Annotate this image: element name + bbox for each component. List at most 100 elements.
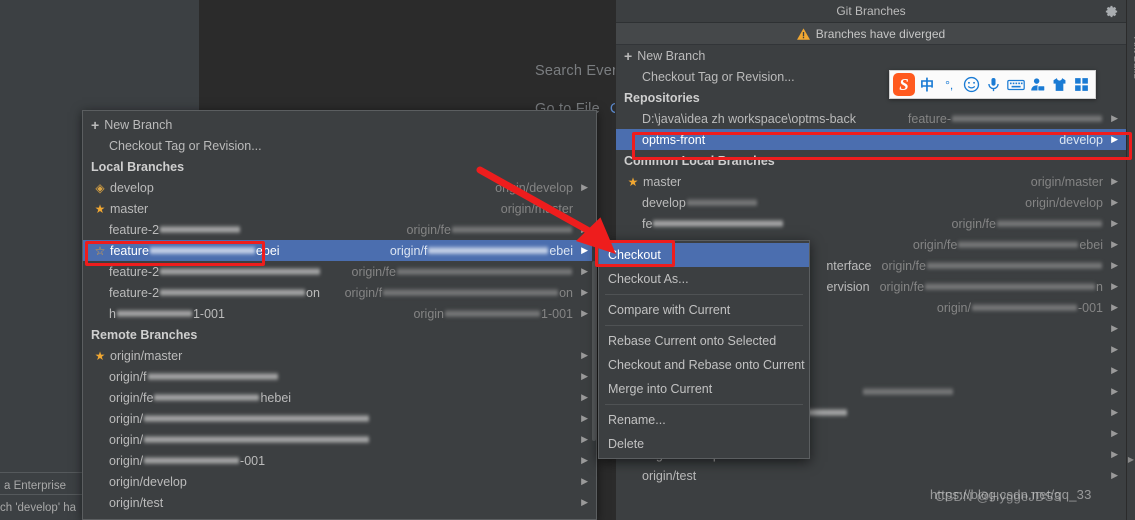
git-branch-row-master[interactable]: ★ master origin/master ▶: [616, 171, 1126, 192]
redacted-text: [117, 309, 192, 318]
branch-tracking: origin/fe: [407, 223, 451, 237]
popup-branch-row-7[interactable]: h 1-001 origin 1-001 ▶: [83, 303, 596, 324]
branch-tracking: origin/fe: [352, 265, 396, 279]
git-branch-row-develop[interactable]: develop origin/develop ▶: [616, 192, 1126, 213]
branch-name: origin/test: [642, 469, 696, 483]
popup-new-branch-item[interactable]: + New Branch: [83, 114, 596, 135]
chevron-right-icon: ▶: [1110, 239, 1118, 250]
popup-remote-row-test[interactable]: origin/test ▶: [83, 492, 596, 513]
sogou-logo-icon[interactable]: S: [893, 73, 915, 96]
redacted-text: [160, 225, 240, 234]
popup-branch-row-master[interactable]: ★ master origin/master: [83, 198, 596, 219]
popup-remote-row-6[interactable]: origin/ -001 ▶: [83, 450, 596, 471]
branch-name: h: [109, 307, 116, 321]
popup-checkout-tag-item[interactable]: Checkout Tag or Revision...: [83, 135, 596, 156]
popup-scrollbar-thumb[interactable]: [592, 261, 596, 441]
emoji-icon[interactable]: [961, 74, 981, 96]
soft-keyboard-icon[interactable]: [1005, 74, 1025, 96]
menu-item-checkout[interactable]: Checkout: [599, 243, 809, 267]
redacted-text: [972, 303, 1077, 312]
chevron-right-icon: ▶: [580, 392, 588, 403]
popup-branch-row-3[interactable]: feature-2 origin/fe ▶: [83, 219, 596, 240]
redacted-text: [925, 282, 1095, 291]
git-branch-row-3[interactable]: fe origin/fe ▶: [616, 213, 1126, 234]
popup-branch-row-5[interactable]: feature-2 origin/fe ▶: [83, 261, 596, 282]
punctuation-mode-icon[interactable]: °,: [939, 74, 959, 96]
git-checkout-tag-label: Checkout Tag or Revision...: [642, 70, 795, 84]
popup-remote-row-2[interactable]: origin/f ▶: [83, 366, 596, 387]
user-account-icon[interactable]: [1028, 74, 1048, 96]
branch-name-suffix: on: [306, 286, 320, 300]
redacted-text: [150, 246, 255, 255]
popup-remote-row-4[interactable]: origin/ ▶: [83, 408, 596, 429]
popup-local-branches-header: Local Branches: [83, 156, 596, 177]
menu-item-checkout-as[interactable]: Checkout As...: [599, 267, 809, 291]
toolbox-icon[interactable]: [1072, 74, 1092, 96]
skin-icon[interactable]: [1050, 74, 1070, 96]
chevron-right-icon[interactable]: ▶: [1128, 455, 1134, 464]
popup-remote-row-3[interactable]: origin/fe hebei ▶: [83, 387, 596, 408]
popup-remote-row-5[interactable]: origin/ ▶: [83, 429, 596, 450]
chevron-right-icon: ▶: [580, 497, 588, 508]
branch-tracking-suffix: -001: [1078, 301, 1103, 315]
branch-tracking: origin/master: [501, 202, 573, 216]
branch-tracking: origin/master: [1031, 175, 1103, 189]
chevron-right-icon: ▶: [1110, 260, 1118, 271]
chinese-mode-icon[interactable]: 中: [917, 74, 937, 96]
chevron-right-icon: ▶: [580, 371, 588, 382]
branch-name: origin/: [109, 433, 143, 447]
chevron-right-icon: ▶: [1110, 407, 1118, 418]
branch-name-suffix: hebei: [260, 391, 291, 405]
branch-name: origin/: [109, 412, 143, 426]
redacted-text: [144, 435, 369, 444]
right-tool-tab-strip: Ant Build ▶: [1126, 0, 1135, 520]
git-repository-row-optms-back[interactable]: D:\java\idea zh workspace\optms-back fea…: [616, 108, 1126, 129]
git-branches-header: Git Branches: [616, 0, 1126, 23]
plus-icon: +: [624, 48, 632, 64]
redacted-text: [927, 261, 1102, 270]
menu-item-compare-with-current[interactable]: Compare with Current: [599, 298, 809, 322]
git-remote-row-test[interactable]: origin/test ▶: [616, 465, 1126, 486]
popup-scrollbar[interactable]: [592, 111, 596, 520]
chevron-right-icon: ▶: [580, 266, 588, 277]
tab-ant-build[interactable]: Ant Build: [1131, 37, 1135, 79]
menu-item-label: Rename...: [608, 413, 666, 427]
popup-remote-row-develop[interactable]: origin/develop ▶: [83, 471, 596, 492]
popup-remote-row-master[interactable]: ★ origin/master ▶: [83, 345, 596, 366]
branch-name: origin/test: [109, 496, 163, 510]
branch-name: origin/f: [109, 370, 147, 384]
branch-tracking-suffix: ebei: [1079, 238, 1103, 252]
branch-name: master: [110, 202, 148, 216]
menu-item-label: Merge into Current: [608, 382, 712, 396]
chevron-right-icon: ▶: [1110, 176, 1118, 187]
popup-branch-row-6[interactable]: feature-2 on origin/f on ▶: [83, 282, 596, 303]
gear-icon[interactable]: [1104, 4, 1119, 19]
chevron-right-icon: ▶: [1110, 218, 1118, 229]
popup-branch-row-selected[interactable]: ☆ feature ebei origin/f ebei ▶: [83, 240, 596, 261]
status-fragment-develop: ch 'develop' ha: [0, 502, 76, 514]
git-new-branch-label: New Branch: [637, 49, 705, 63]
menu-item-label: Checkout and Rebase onto Current: [608, 358, 805, 372]
git-branches-popup: + New Branch Checkout Tag or Revision...…: [82, 110, 597, 520]
popup-branch-row-develop[interactable]: ◈ develop origin/develop ▶: [83, 177, 596, 198]
menu-item-rebase-current-onto-selected[interactable]: Rebase Current onto Selected: [599, 329, 809, 353]
git-new-branch-item[interactable]: + New Branch: [616, 45, 1126, 66]
status-fragment-enterprise: a Enterprise: [4, 480, 66, 492]
chevron-right-icon: ▶: [580, 287, 588, 298]
branch-name: origin/master: [110, 349, 182, 363]
redacted-text: [397, 267, 572, 276]
chevron-right-icon: ▶: [1110, 449, 1118, 460]
redacted-text: [154, 393, 259, 402]
branch-name: origin/fe: [109, 391, 153, 405]
menu-item-delete[interactable]: Delete: [599, 432, 809, 456]
repo-path: D:\java\idea zh workspace\optms-back: [642, 112, 856, 126]
watermark-author: CSDN @HyggeJDS3: [935, 489, 1061, 504]
sogou-ime-toolbar[interactable]: S 中 °,: [889, 70, 1096, 99]
menu-item-checkout-and-rebase-onto-current[interactable]: Checkout and Rebase onto Current: [599, 353, 809, 377]
menu-item-merge-into-current[interactable]: Merge into Current: [599, 377, 809, 401]
branch-name: feature-2: [109, 286, 159, 300]
branch-name-suffix: ebei: [256, 244, 280, 258]
git-repository-row-optms-front[interactable]: optms-front develop ▶: [616, 129, 1126, 150]
voice-input-icon[interactable]: [983, 74, 1003, 96]
menu-item-rename[interactable]: Rename...: [599, 408, 809, 432]
